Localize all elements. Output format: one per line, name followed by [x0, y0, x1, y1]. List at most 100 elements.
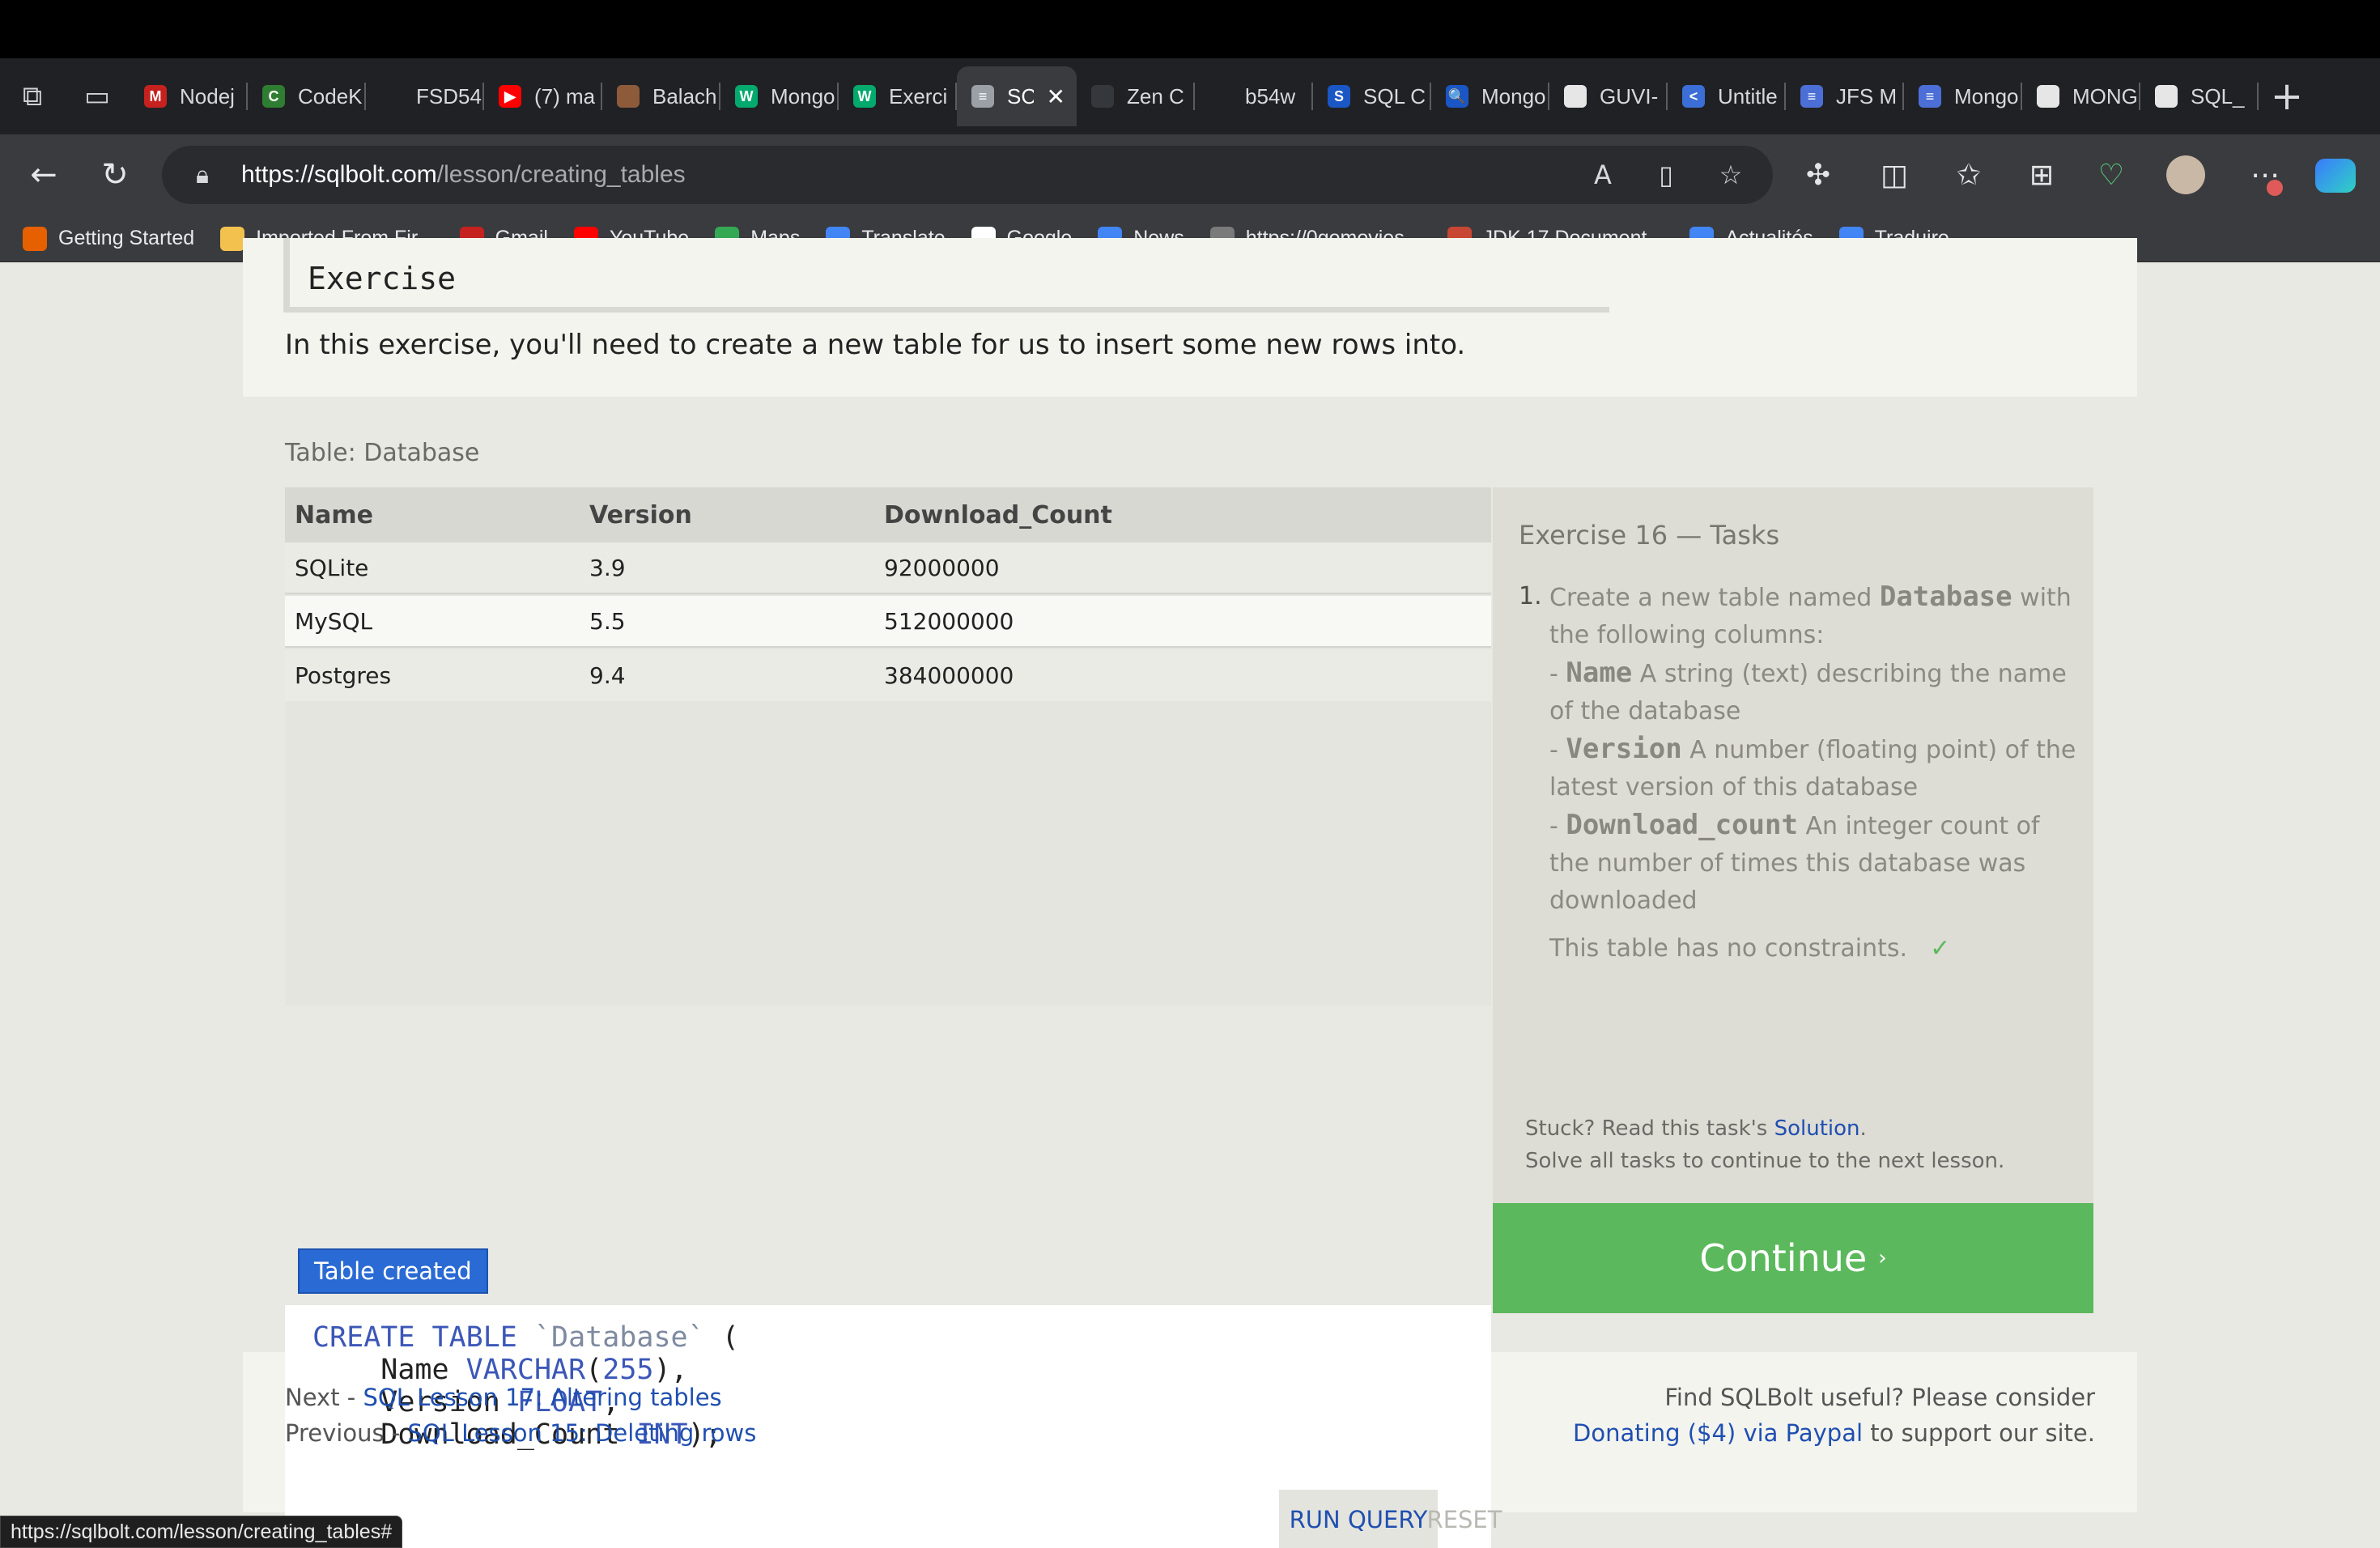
- workspaces-icon[interactable]: ⧉: [0, 58, 65, 134]
- copilot-icon[interactable]: [2315, 159, 2356, 193]
- collections-icon[interactable]: ⊞: [2019, 152, 2064, 198]
- stuck-note: Stuck? Read this task's Solution. Solve …: [1525, 1112, 2004, 1177]
- tab-label: SQL_: [2191, 83, 2245, 108]
- url-text[interactable]: https://sqlbolt.com/lesson/creating_tabl…: [241, 161, 686, 189]
- profile-avatar[interactable]: [2166, 155, 2205, 194]
- continue-button[interactable]: Continue ›: [1493, 1203, 2093, 1313]
- browser-tab[interactable]: ≡ SC ✕: [957, 66, 1077, 126]
- reset-button[interactable]: RESET: [1427, 1490, 1502, 1548]
- exercise-heading: Exercise: [283, 238, 1609, 313]
- tab-label: SQL C: [1363, 83, 1426, 108]
- run-query-button[interactable]: RUN QUERY: [1279, 1490, 1438, 1548]
- table-caption: Table: Database: [285, 439, 480, 467]
- browser-tab[interactable]: S SQL C: [1313, 66, 1431, 126]
- split-screen-icon[interactable]: ◫: [1872, 152, 1917, 198]
- lock-icon[interactable]: 🔒︎: [186, 159, 219, 191]
- status-bar-url: https://sqlbolt.com/lesson/creating_tabl…: [0, 1516, 403, 1548]
- w3-icon: W: [853, 85, 876, 108]
- tab-label: Balach: [652, 83, 717, 108]
- column-name: Download_count: [1566, 809, 1798, 841]
- tab-label: b54w: [1245, 83, 1296, 108]
- next-lesson-link[interactable]: SQL Lesson 17: Altering tables: [363, 1384, 721, 1411]
- browser-tab[interactable]: b54w: [1195, 66, 1313, 126]
- github-icon: [1564, 85, 1587, 108]
- table-cell: MySQL: [295, 607, 373, 635]
- search-icon: 🔍: [1446, 85, 1468, 108]
- favorites-icon[interactable]: ✩: [1946, 152, 1991, 198]
- lesson-page: Exercise In this exercise, you'll need t…: [243, 238, 2137, 1548]
- firefox-icon: [23, 226, 47, 251]
- tab-label: CodeK: [298, 83, 363, 108]
- support-note: Find SQLBolt useful? Please consider Don…: [1573, 1380, 2095, 1451]
- browser-tab[interactable]: FSD54: [366, 66, 484, 126]
- docs-icon: ≡: [1800, 85, 1823, 108]
- table-cell: 5.5: [589, 607, 626, 635]
- browser-tab[interactable]: < Untitle: [1668, 66, 1786, 126]
- task-text: This table has no constraints.: [1549, 934, 1908, 963]
- chevron-right-icon: ›: [1878, 1246, 1887, 1270]
- task-text: Create a new table named Database with t…: [1549, 580, 2076, 915]
- table-cell: 92000000: [884, 554, 1000, 581]
- browser-tab[interactable]: M Nodej: [130, 66, 248, 126]
- table-cell: Postgres: [295, 661, 392, 689]
- footer-text: Find SQLBolt useful? Please consider: [1664, 1384, 2095, 1411]
- address-bar[interactable]: 🔒︎ https://sqlbolt.com/lesson/creating_t…: [162, 146, 1773, 204]
- browser-tab[interactable]: ≡ JFS M: [1786, 66, 1904, 126]
- task-number: 1.: [1519, 582, 1542, 610]
- stuck-text: Stuck? Read this task's: [1525, 1116, 1774, 1141]
- stuck-text: .: [1859, 1116, 1867, 1141]
- new-tab-button[interactable]: +: [2259, 58, 2315, 134]
- browser-tab[interactable]: 🔍 Mongo: [1431, 66, 1549, 126]
- tasks-title: Exercise 16 — Tasks: [1519, 520, 1780, 551]
- tab-actions-icon[interactable]: ▭: [65, 58, 130, 134]
- browser-tab[interactable]: ▶ (7) ma: [484, 66, 602, 126]
- bookmark-label: Getting Started: [58, 227, 195, 249]
- share-icon: <: [1682, 85, 1705, 108]
- tab-label: Exerci: [889, 83, 948, 108]
- previous-lesson-link[interactable]: SQL Lesson 15: Deleting rows: [407, 1419, 756, 1447]
- lesson-navigation: Next - SQL Lesson 17: Altering tables Pr…: [285, 1380, 756, 1451]
- notification-badge: [2267, 180, 2283, 196]
- tab-list: M Nodej C CodeK FSD54 ▶ (7) ma Balach W Mongo W Exe…: [130, 66, 2259, 126]
- immersive-reader-icon[interactable]: ▯: [1650, 159, 1682, 191]
- exercise-heading-text: Exercise: [308, 261, 457, 296]
- browser-tab[interactable]: Balach: [602, 66, 720, 126]
- github-icon: [1209, 85, 1232, 108]
- table-name: Database: [1879, 580, 2012, 613]
- tab-label: SC: [1007, 83, 1034, 108]
- back-icon[interactable]: ←: [21, 152, 66, 198]
- bookmark-item[interactable]: Getting Started: [23, 226, 195, 251]
- browser-tab[interactable]: W Mongo: [720, 66, 839, 126]
- browser-tab[interactable]: SQL_: [2140, 66, 2259, 126]
- address-toolbar: ← ↻ 🔒︎ https://sqlbolt.com/lesson/creati…: [0, 134, 2380, 215]
- column-name: Name: [1566, 657, 1633, 689]
- extensions-icon[interactable]: ✣: [1796, 152, 1841, 198]
- exercise-intro: In this exercise, you'll need to create …: [285, 329, 1466, 361]
- table-cell: 384000000: [884, 661, 1014, 689]
- docs-icon: ≡: [1919, 85, 1941, 108]
- close-tab-icon[interactable]: ✕: [1047, 83, 1077, 110]
- table-row: MySQL 5.5 512000000: [285, 596, 1491, 648]
- browser-tab[interactable]: W Exerci: [839, 66, 957, 126]
- tab-label: Nodej: [180, 83, 235, 108]
- table-cell: 512000000: [884, 607, 1014, 635]
- browser-tab[interactable]: ≡ Mongo: [1904, 66, 2022, 126]
- database-icon: ≡: [971, 85, 994, 108]
- result-table: Name Version Download_Count SQLite 3.9 9…: [285, 487, 1491, 1006]
- donate-link[interactable]: Donating ($4) via Paypal: [1573, 1419, 1863, 1447]
- tab-label: Zen C: [1127, 83, 1184, 108]
- solution-link[interactable]: Solution: [1774, 1116, 1860, 1141]
- profile-icon: [617, 85, 640, 108]
- favorite-star-icon[interactable]: ☆: [1715, 159, 1747, 191]
- browser-tab[interactable]: C CodeK: [248, 66, 366, 126]
- tab-label: FSD54: [416, 83, 482, 108]
- browser-tab[interactable]: MONG: [2022, 66, 2140, 126]
- folder-icon: [220, 226, 245, 251]
- refresh-icon[interactable]: ↻: [92, 152, 138, 198]
- gmail-icon: M: [144, 85, 167, 108]
- browser-essentials-icon[interactable]: ♡: [2089, 152, 2134, 198]
- read-aloud-icon[interactable]: A: [1587, 159, 1619, 191]
- footer-text: to support our site.: [1863, 1419, 2095, 1447]
- browser-tab[interactable]: Zen C: [1077, 66, 1195, 126]
- browser-tab[interactable]: GUVI-: [1549, 66, 1668, 126]
